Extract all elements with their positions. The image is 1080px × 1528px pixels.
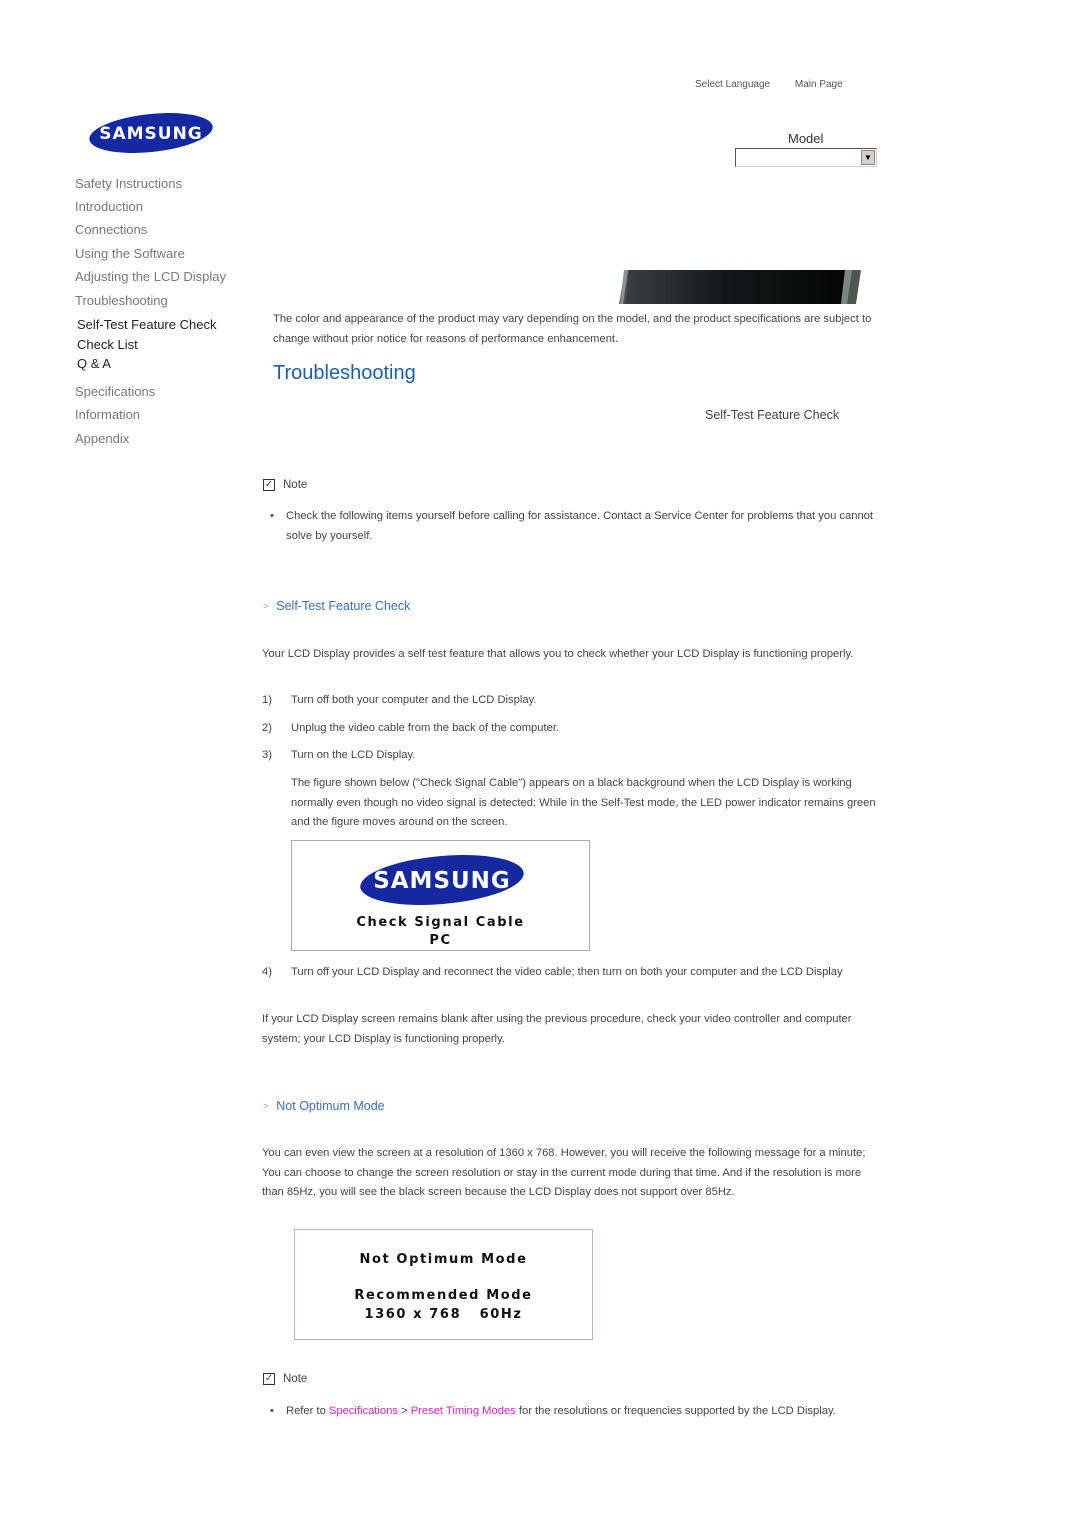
note-text: Check the following items yourself befor… — [286, 510, 874, 542]
checkbox-note-icon: ✓ — [263, 1373, 275, 1385]
check-signal-cable-figure: SAMSUNG Check Signal Cable PC — [291, 840, 590, 951]
sidebar-item-using-software[interactable]: Using the Software — [75, 246, 185, 261]
bullet-icon: • — [270, 1405, 274, 1417]
select-language-link[interactable]: Select Language — [695, 79, 770, 90]
osd-line-1: Not Optimum Mode — [359, 1252, 528, 1267]
preset-timing-modes-link[interactable]: Preset Timing Modes — [411, 1405, 516, 1417]
main-page-link[interactable]: Main Page — [795, 79, 843, 90]
osd-line-3: 1360 x 768 60Hz — [364, 1307, 523, 1322]
sidebar-subitem-self-test[interactable]: Self-Test Feature Check — [77, 317, 216, 332]
logo-text: SAMSUNG — [99, 124, 203, 144]
note-label: Note — [283, 1373, 308, 1385]
section-heading-self-test[interactable]: > Self-Test Feature Check — [263, 599, 410, 613]
osd-line-1: Check Signal Cable — [356, 915, 525, 930]
self-test-intro: Your LCD Display provides a self test fe… — [262, 648, 854, 660]
step-item: 1) Turn off both your computer and the L… — [262, 694, 537, 706]
note-bullet: • Refer to Specifications > Preset Timin… — [270, 1402, 875, 1422]
note-header: ✓ Note — [263, 479, 307, 491]
osd-line-2: PC — [429, 933, 452, 948]
sidebar-subitem-check-list[interactable]: Check List — [77, 337, 138, 352]
bullet-icon: • — [270, 510, 274, 522]
note-label: Note — [283, 479, 308, 491]
sidebar-item-appendix: Appendix — [75, 431, 130, 446]
sidebar-item-specifications[interactable]: Specifications — [75, 384, 155, 399]
samsung-logo-figure: SAMSUNG — [360, 855, 524, 905]
chevron-right-icon: > — [263, 601, 269, 611]
note-header: ✓ Note — [263, 1373, 307, 1385]
chevron-right-icon: > — [263, 1101, 269, 1111]
note-bullet: • Check the following items yourself bef… — [270, 507, 875, 546]
note-text: Refer to Specifications > Preset Timing … — [286, 1405, 836, 1417]
chevron-down-icon[interactable]: ▼ — [861, 150, 875, 165]
step3-detail: The figure shown below ("Check Signal Ca… — [291, 777, 876, 828]
samsung-logo[interactable]: SAMSUNG — [88, 112, 216, 161]
not-optimum-intro: You can even view the screen at a resolu… — [262, 1147, 866, 1198]
sidebar-item-safety-instructions[interactable]: Safety Instructions — [75, 176, 182, 191]
self-test-outro: If your LCD Display screen remains blank… — [262, 1013, 852, 1045]
banner-image — [619, 270, 861, 309]
sidebar-subitem-qa[interactable]: Q & A — [77, 356, 111, 371]
page-title: Troubleshooting — [273, 362, 416, 384]
model-select[interactable]: ▼ — [735, 148, 877, 167]
specifications-link[interactable]: Specifications — [329, 1405, 398, 1417]
sidebar-item-connections[interactable]: Connections — [75, 222, 147, 237]
sidebar-item-introduction[interactable]: Introduction — [75, 199, 143, 214]
model-label: Model — [788, 131, 824, 146]
step-item: 3) Turn on the LCD Display. — [262, 749, 416, 761]
osd-line-2: Recommended Mode — [354, 1288, 533, 1303]
checkbox-note-icon: ✓ — [263, 479, 275, 491]
top-links: Select Language Main Page — [695, 79, 865, 90]
not-optimum-mode-figure: Not Optimum Mode Recommended Mode 1360 x… — [294, 1229, 593, 1340]
disclaimer-text: The color and appearance of the product … — [273, 313, 872, 345]
sidebar-item-information[interactable]: Information — [75, 407, 140, 422]
step-item: 2) Unplug the video cable from the back … — [262, 722, 560, 734]
step-item: 4) Turn off your LCD Display and reconne… — [262, 966, 843, 978]
sidebar-item-adjusting-display[interactable]: Adjusting the LCD Display — [75, 269, 226, 284]
sidebar-item-troubleshooting[interactable]: Troubleshooting — [75, 293, 168, 308]
svg-text:SAMSUNG: SAMSUNG — [373, 868, 511, 894]
breadcrumb: Self-Test Feature Check — [705, 408, 840, 422]
section-heading-not-optimum[interactable]: > Not Optimum Mode — [263, 1099, 385, 1113]
